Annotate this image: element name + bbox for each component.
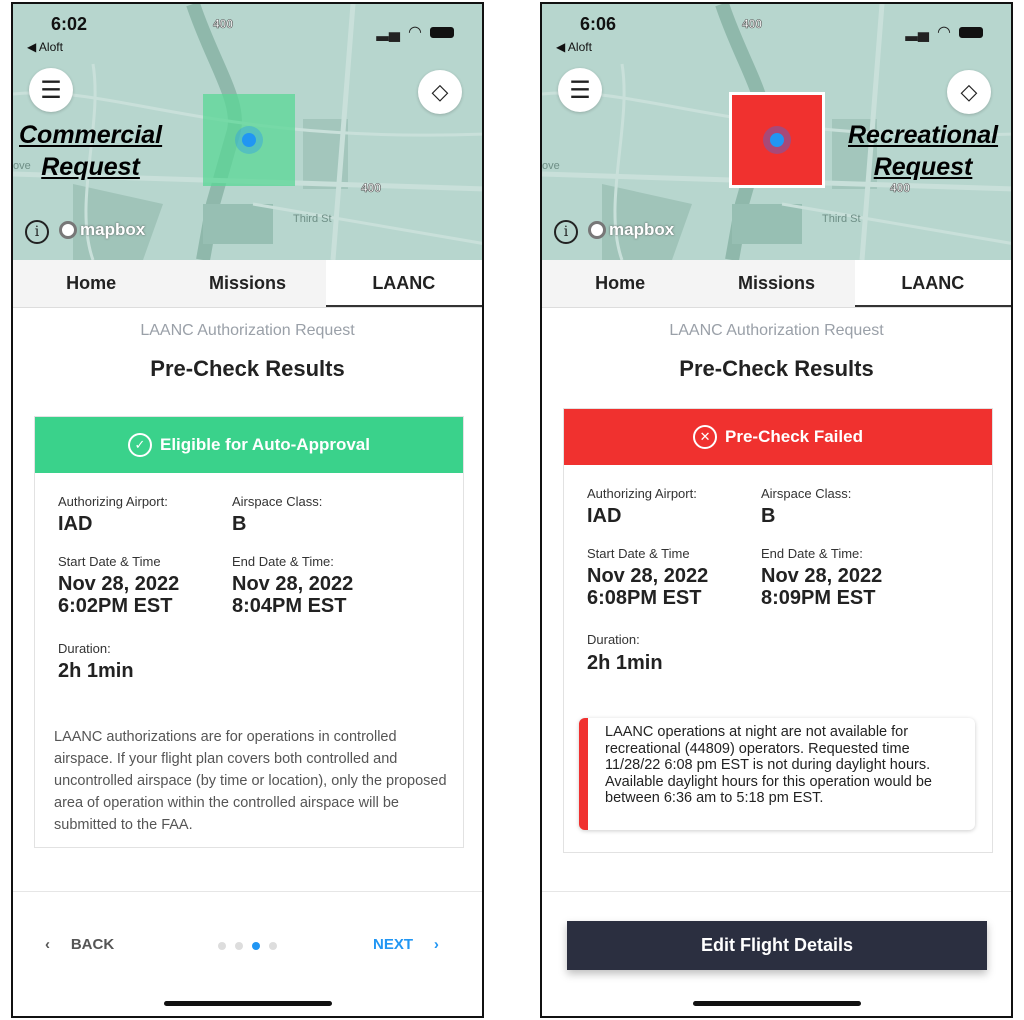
class-value: B <box>232 513 247 535</box>
end-value: Nov 28, 2022 8:04PM EST <box>232 573 354 617</box>
wifi-icon: ◠ <box>937 24 951 41</box>
laanc-note: LAANC authorizations are for operations … <box>54 729 447 833</box>
location-dot <box>770 133 784 147</box>
info-icon[interactable]: i <box>25 220 49 244</box>
airport-label: Authorizing Airport: <box>587 486 697 501</box>
subtitle: LAANC Authorization Request <box>669 322 884 339</box>
location-dot <box>242 133 256 147</box>
tab-missions[interactable]: Missions <box>169 260 325 307</box>
phone-commercial: 400 400 Third St ove 6:02 ◀ Aloft ▂▄ ◠ ☰ … <box>11 2 484 1018</box>
svg-text:Third St: Third St <box>822 213 861 225</box>
svg-text:ove: ove <box>542 160 560 172</box>
page-dot <box>235 942 243 950</box>
home-indicator <box>164 1001 332 1006</box>
end-label: End Date & Time: <box>232 554 334 569</box>
tab-bar: Home Missions LAANC <box>13 260 482 308</box>
layers-icon: ◇ <box>431 79 449 104</box>
label-line: Commercial <box>19 121 163 149</box>
status-banner: ✕ Pre-Check Failed <box>564 409 992 465</box>
map[interactable]: 400 400 Third St ove 6:02 ◀ Aloft ▂▄ ◠ ☰ … <box>13 4 482 260</box>
tab-laanc[interactable]: LAANC <box>854 260 1011 307</box>
check-circle-icon: ✓ <box>128 433 152 457</box>
svg-text:400: 400 <box>742 17 762 31</box>
start-value: Nov 28, 2022 6:08PM EST <box>587 565 709 609</box>
duration-value: 2h 1min <box>587 652 663 674</box>
battery-icon <box>959 26 983 38</box>
end-label: End Date & Time: <box>761 546 863 561</box>
svg-text:400: 400 <box>890 181 910 195</box>
map[interactable]: 400 400 Third St ove 6:06 ◀ Aloft ▂▄ ◠ ☰ … <box>542 4 1011 260</box>
tab-home[interactable]: Home <box>13 260 169 307</box>
page-dot <box>269 942 277 950</box>
status-time: 6:06 <box>580 14 617 34</box>
airport-value: IAD <box>58 513 93 535</box>
error-alert: LAANC operations at night are not availa… <box>579 718 975 830</box>
label-line: Request <box>41 153 140 181</box>
flight-area[interactable] <box>203 94 295 186</box>
layers-button[interactable]: ◇ <box>947 70 991 114</box>
svg-text:400: 400 <box>213 17 233 31</box>
menu-button[interactable]: ☰ <box>29 68 73 112</box>
page-title: Pre-Check Results <box>150 356 345 381</box>
airport-label: Authorizing Airport: <box>58 494 168 509</box>
tab-laanc[interactable]: LAANC <box>325 260 482 307</box>
duration-label: Duration: <box>587 632 640 647</box>
class-label: Airspace Class: <box>232 494 323 509</box>
back-to-app[interactable]: ◀ Aloft <box>27 40 63 54</box>
divider <box>542 891 1011 892</box>
start-value: Nov 28, 2022 6:02PM EST <box>58 573 180 617</box>
next-button[interactable]: NEXT › <box>373 936 439 953</box>
status-banner: ✓ Eligible for Auto-Approval <box>35 417 463 473</box>
banner-text: Eligible for Auto-Approval <box>160 435 370 454</box>
signal-icon: ▂▄ <box>376 24 401 41</box>
end-value: Nov 28, 2022 8:09PM EST <box>761 565 883 609</box>
duration-label: Duration: <box>58 641 111 656</box>
subtitle: LAANC Authorization Request <box>140 322 355 339</box>
menu-button[interactable]: ☰ <box>558 68 602 112</box>
hamburger-icon: ☰ <box>569 76 591 104</box>
label-line: Recreational <box>848 121 999 149</box>
mapbox-logo: mapbox <box>59 220 145 240</box>
start-label: Start Date & Time <box>587 546 690 561</box>
svg-text:Third St: Third St <box>293 213 332 225</box>
status-icons: ▂▄ ◠ <box>905 22 983 42</box>
flight-area[interactable] <box>729 92 825 188</box>
svg-text:400: 400 <box>361 181 381 195</box>
start-label: Start Date & Time <box>58 554 161 569</box>
hamburger-icon: ☰ <box>40 76 62 104</box>
page-indicator <box>218 942 277 950</box>
banner-text: Pre-Check Failed <box>725 427 863 446</box>
tab-home[interactable]: Home <box>542 260 698 307</box>
divider <box>13 891 482 892</box>
battery-icon <box>430 26 454 38</box>
back-to-app[interactable]: ◀ Aloft <box>556 40 592 54</box>
signal-icon: ▂▄ <box>905 24 930 41</box>
label-line: Request <box>873 153 973 181</box>
request-type-label: Recreational Request <box>848 119 998 183</box>
duration-value: 2h 1min <box>58 660 134 682</box>
edit-flight-details-button[interactable]: Edit Flight Details <box>567 921 987 970</box>
phone-recreational: 400 400 Third St ove 6:06 ◀ Aloft ▂▄ ◠ ☰ … <box>540 2 1013 1018</box>
back-button[interactable]: ‹ BACK <box>45 936 114 953</box>
class-label: Airspace Class: <box>761 486 852 501</box>
status-icons: ▂▄ ◠ <box>376 22 454 42</box>
class-value: B <box>761 505 776 527</box>
page-dot-active <box>252 942 260 950</box>
tab-bar: Home Missions LAANC <box>542 260 1011 308</box>
info-icon[interactable]: i <box>554 220 578 244</box>
status-time: 6:02 <box>51 14 88 34</box>
page-dot <box>218 942 226 950</box>
tab-missions[interactable]: Missions <box>698 260 854 307</box>
airport-value: IAD <box>587 505 622 527</box>
x-circle-icon: ✕ <box>693 425 718 449</box>
layers-icon: ◇ <box>960 79 978 104</box>
request-type-label: Commercial Request <box>19 119 162 183</box>
mapbox-logo: mapbox <box>588 220 674 240</box>
layers-button[interactable]: ◇ <box>418 70 462 114</box>
wifi-icon: ◠ <box>408 24 422 41</box>
page-title: Pre-Check Results <box>679 356 874 381</box>
home-indicator <box>693 1001 861 1006</box>
